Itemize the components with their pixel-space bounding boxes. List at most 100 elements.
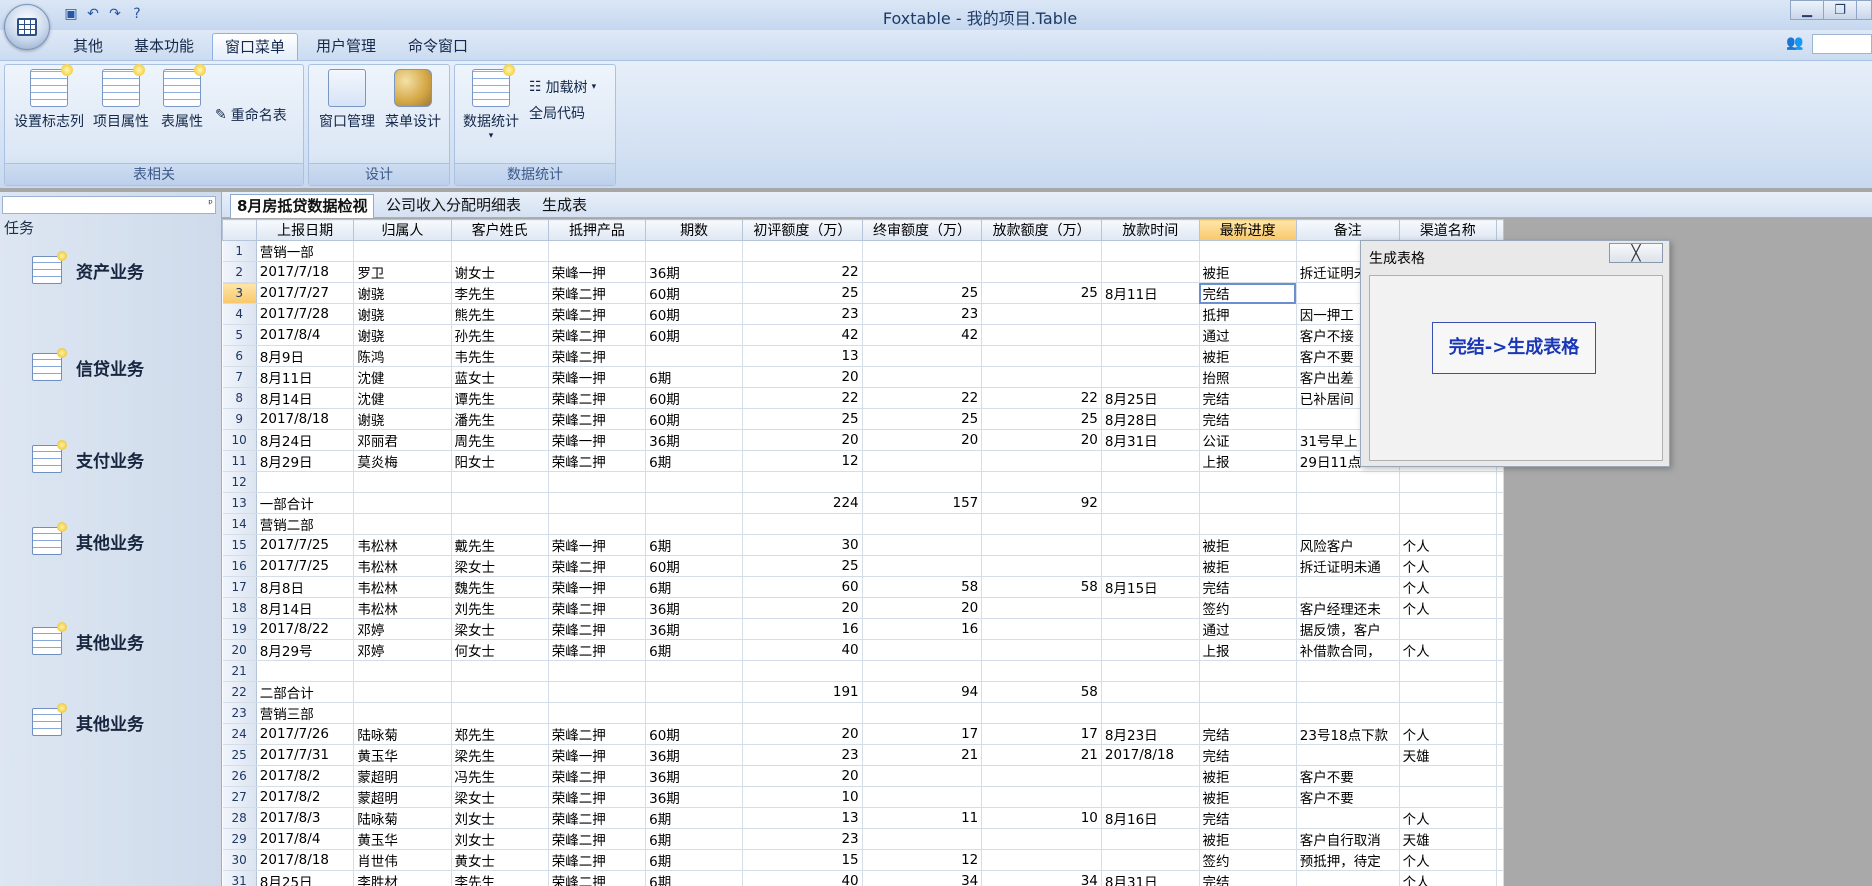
grid-cell[interactable]: 6期	[645, 639, 744, 661]
grid-cell[interactable]: 谢骁	[353, 324, 452, 346]
maximize-button[interactable]: ❐	[1823, 0, 1857, 20]
grid-cell[interactable]	[742, 660, 863, 682]
grid-cell[interactable]: 25	[742, 555, 863, 577]
grid-cell[interactable]: 黄女士	[451, 849, 549, 871]
grid-cell[interactable]: 荣峰二押	[548, 765, 647, 787]
table-row[interactable]: 24 2017/7/26 陆咏菊 郑先生 荣峰二押 60期 20 17 17 8月23日 完结 23号…	[222, 723, 1504, 745]
grid-cell[interactable]: 荣峰二押	[548, 597, 647, 619]
ribbon-tab-basic[interactable]: 基本功能	[124, 33, 204, 60]
row-number[interactable]: 10	[222, 429, 257, 451]
table-row[interactable]: 20 8月29号 邓婷 何女士 荣峰二押 6期 40 上报 补借款合同， 个人	[222, 639, 1504, 661]
table-row[interactable]: 22 二部合计 191 94 58	[222, 681, 1504, 703]
grid-cell[interactable]: 被拒	[1199, 555, 1297, 577]
grid-cell[interactable]	[353, 660, 452, 682]
grid-cell[interactable]	[1296, 807, 1400, 829]
grid-cell[interactable]: 2017/8/4	[256, 324, 355, 346]
grid-cell[interactable]: 谢骁	[353, 303, 452, 325]
grid-cell[interactable]	[862, 534, 983, 556]
grid-cell[interactable]: 40	[742, 870, 863, 886]
grid-cell[interactable]	[1101, 345, 1200, 367]
grid-cell[interactable]: 2017/8/18	[256, 408, 355, 430]
grid-cell[interactable]: 蓝女士	[451, 366, 549, 388]
grid-cell[interactable]: 个人	[1399, 576, 1498, 598]
set-flag-column-button[interactable]: 设置标志列	[11, 64, 87, 131]
close-button[interactable]	[1856, 0, 1872, 20]
grid-cell[interactable]: 韦松林	[353, 555, 452, 577]
grid-cell[interactable]: 韦松林	[353, 534, 452, 556]
data-grid[interactable]: 上报日期 归属人 客户姓氏 抵押产品 期数 初评额度（万） 终审额度（万） 放款额度（万） 放款…	[222, 219, 1504, 886]
grid-cell[interactable]: 韦松林	[353, 597, 452, 619]
users-icon[interactable]: 👥	[1786, 35, 1808, 53]
grid-cell[interactable]	[1101, 765, 1200, 787]
task-item-other-1[interactable]: 其他业务	[32, 522, 144, 556]
grid-cell[interactable]	[353, 702, 452, 724]
grid-cell[interactable]: 8月14日	[256, 387, 355, 409]
table-row[interactable]: 13 一部合计 224 157 92	[222, 492, 1504, 514]
grid-cell[interactable]: 谭先生	[451, 387, 549, 409]
grid-cell[interactable]: 36期	[645, 618, 744, 640]
grid-cell[interactable]	[1101, 534, 1200, 556]
row-number[interactable]: 26	[222, 765, 257, 787]
task-item-asset[interactable]: 资产业务	[32, 251, 144, 285]
grid-cell[interactable]: 荣峰二押	[548, 618, 647, 640]
grid-cell[interactable]	[862, 366, 983, 388]
grid-cell[interactable]: 荣峰二押	[548, 870, 647, 886]
grid-cell[interactable]	[1101, 681, 1200, 703]
grid-cell[interactable]: 荣峰二押	[548, 807, 647, 829]
grid-cell[interactable]: 签约	[1199, 597, 1297, 619]
grid-cell[interactable]: 荣峰一押	[548, 744, 647, 766]
app-menu-button[interactable]	[4, 4, 50, 50]
grid-cell[interactable]: 完结	[1199, 744, 1297, 766]
grid-cell[interactable]: 公证	[1199, 429, 1297, 451]
grid-cell[interactable]	[451, 681, 549, 703]
ribbon-search-input[interactable]	[1812, 34, 1872, 54]
grid-cell[interactable]	[862, 660, 983, 682]
grid-cell[interactable]: 营销三部	[256, 702, 355, 724]
grid-cell[interactable]: 8月29号	[256, 639, 355, 661]
grid-cell[interactable]: 25	[742, 282, 863, 304]
grid-cell[interactable]	[981, 513, 1102, 535]
grid-cell[interactable]: 上报	[1199, 450, 1297, 472]
grid-cell[interactable]: 36期	[645, 765, 744, 787]
grid-cell[interactable]	[1399, 471, 1498, 493]
grid-cell[interactable]: 23	[742, 744, 863, 766]
grid-cell[interactable]: 60	[742, 576, 863, 598]
grid-cell[interactable]: 2017/7/25	[256, 555, 355, 577]
table-row[interactable]: 8 8月14日 沈健 谭先生 荣峰二押 60期 22 22 22 8月25日 完结 已补居间	[222, 387, 1504, 409]
grid-cell[interactable]: 42	[742, 324, 863, 346]
grid-cell[interactable]: 魏先生	[451, 576, 549, 598]
grid-cell[interactable]: 6期	[645, 870, 744, 886]
grid-cell[interactable]: 个人	[1399, 555, 1498, 577]
grid-cell[interactable]	[645, 660, 744, 682]
table-row[interactable]: 19 2017/8/22 邓婷 梁女士 荣峰二押 36期 16 16 通过 据反馈，客户	[222, 618, 1504, 640]
grid-cell[interactable]	[451, 240, 549, 262]
grid-cell[interactable]	[862, 450, 983, 472]
grid-cell[interactable]: 签约	[1199, 849, 1297, 871]
menu-design-button[interactable]: 菜单设计	[381, 69, 445, 131]
grid-cell[interactable]	[981, 639, 1102, 661]
grid-cell[interactable]	[862, 555, 983, 577]
grid-cell[interactable]	[1296, 870, 1400, 886]
grid-cell[interactable]: 荣峰二押	[548, 282, 647, 304]
grid-cell[interactable]: 抵押	[1199, 303, 1297, 325]
grid-cell[interactable]: 荣峰一押	[548, 261, 647, 283]
grid-cell[interactable]	[981, 555, 1102, 577]
grid-cell[interactable]: 何女士	[451, 639, 549, 661]
grid-cell[interactable]: 6期	[645, 576, 744, 598]
grid-cell[interactable]: 补借款合同，	[1296, 639, 1400, 661]
column-header[interactable]: 上报日期	[255, 219, 355, 241]
table-row[interactable]: 5 2017/8/4 谢骁 孙先生 荣峰二押 60期 42 42 通过 客户不接	[222, 324, 1504, 346]
grid-cell[interactable]	[1101, 513, 1200, 535]
grid-cell[interactable]: 完结	[1199, 282, 1297, 304]
grid-cell[interactable]	[645, 240, 744, 262]
grid-cell[interactable]: 陈鸿	[353, 345, 452, 367]
grid-cell[interactable]: 8月24日	[256, 429, 355, 451]
grid-cell[interactable]: 2017/7/18	[256, 261, 355, 283]
grid-cell[interactable]: 荣峰二押	[548, 408, 647, 430]
table-row[interactable]: 11 8月29日 莫炎梅 阳女士 荣峰二押 6期 12 上报 29日11点	[222, 450, 1504, 472]
grid-cell[interactable]: 60期	[645, 387, 744, 409]
grid-cell[interactable]: 8月25日	[256, 870, 355, 886]
grid-cell[interactable]: 梁女士	[451, 618, 549, 640]
grid-cell[interactable]	[862, 261, 983, 283]
table-row[interactable]: 17 8月8日 韦松林 魏先生 荣峰一押 6期 60 58 58 8月15日 完结 个人	[222, 576, 1504, 598]
